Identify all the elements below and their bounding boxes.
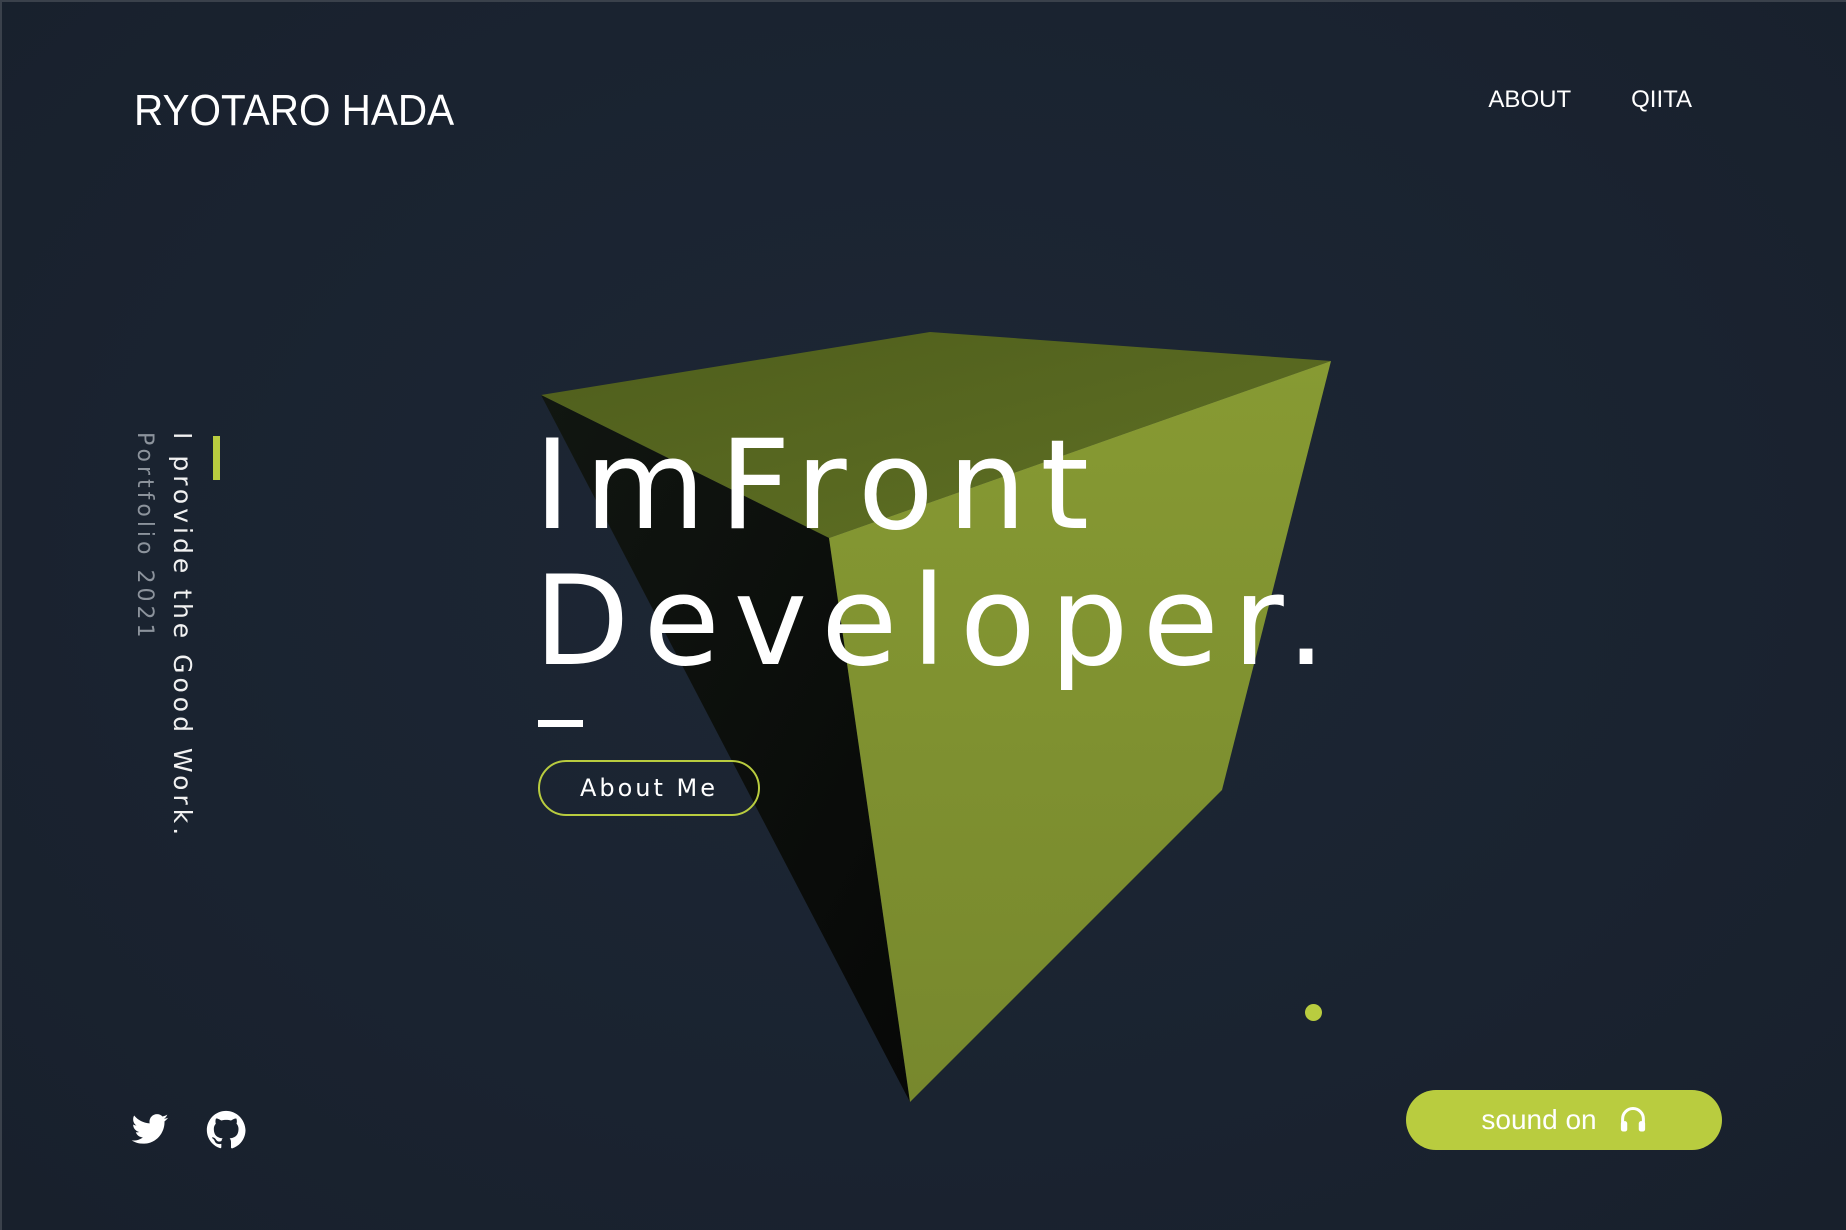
nav-link-qiita[interactable]: QIITA — [1631, 86, 1692, 114]
hero-title-line-2: Developer. — [534, 550, 1340, 694]
social-links — [130, 1110, 246, 1150]
github-link[interactable] — [206, 1110, 246, 1150]
nav-link-about[interactable]: ABOUT — [1488, 86, 1571, 114]
headphones-icon — [1620, 1107, 1645, 1132]
twitter-link[interactable] — [130, 1110, 170, 1150]
github-icon — [206, 1110, 246, 1149]
site-logo[interactable]: RYOTARO HADA — [134, 86, 454, 136]
landing-page: RYOTARO HADA ABOUT QIITA I provide the G… — [0, 0, 1846, 1230]
hero-title-line-1: ImFront — [534, 414, 1103, 558]
accent-dot — [1305, 1004, 1322, 1021]
tagline-text: I provide the Good Work. — [168, 432, 197, 840]
hero-divider — [538, 720, 583, 727]
sound-toggle-button[interactable]: sound on — [1406, 1090, 1722, 1150]
hero-title: ImFront Developer. — [534, 418, 1340, 690]
main-nav: ABOUT QIITA — [1488, 86, 1692, 114]
sound-toggle-label: sound on — [1481, 1104, 1597, 1135]
about-me-button[interactable]: About Me — [538, 760, 760, 816]
tagline-accent-bar — [213, 436, 220, 480]
twitter-icon — [131, 1114, 169, 1144]
portfolio-year-text: Portfolio 2021 — [132, 432, 157, 642]
